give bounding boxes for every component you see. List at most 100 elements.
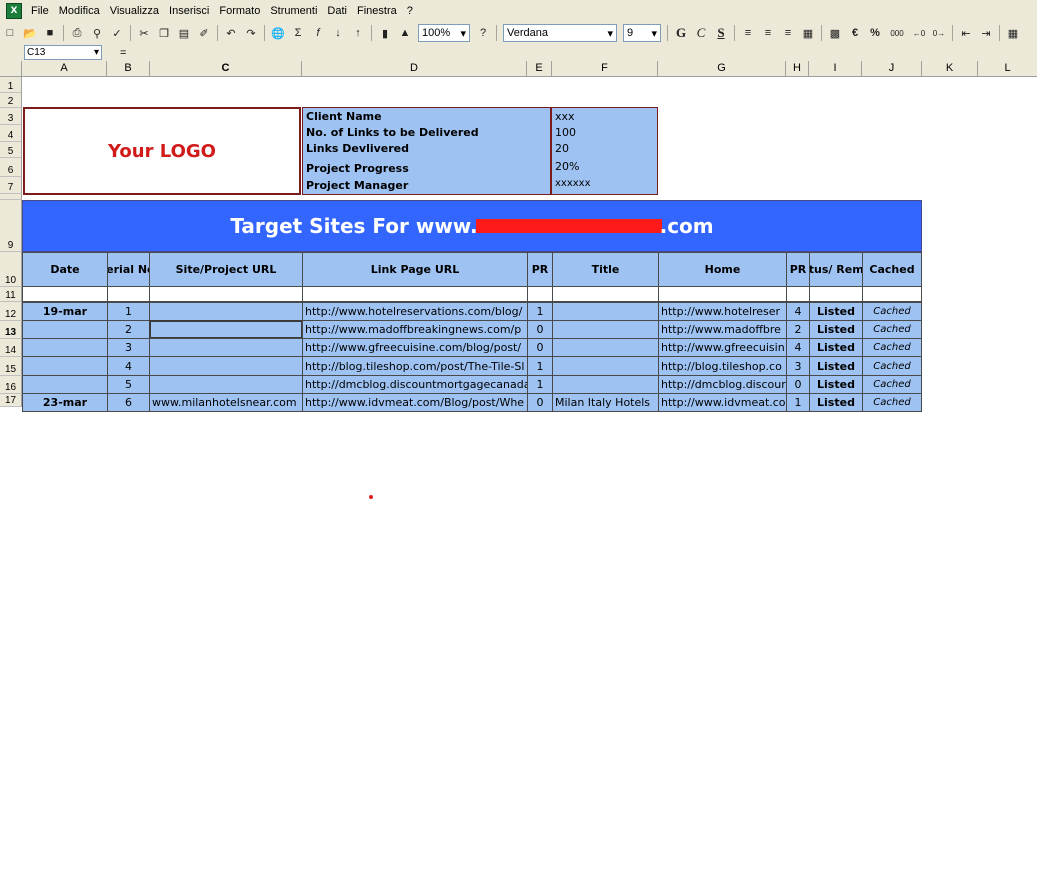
blank-cell[interactable] [658, 286, 787, 302]
font-name-select[interactable]: Verdana ▾ [503, 24, 617, 42]
column-header-b[interactable]: B [107, 61, 150, 77]
cell-home[interactable]: http://blog.tileshop.co [658, 356, 787, 376]
cell-status-remark[interactable]: Listed [809, 393, 863, 412]
zoom-select[interactable]: 100% ▾ [418, 24, 470, 42]
logo-box[interactable]: Your LOGO [23, 107, 301, 195]
italic-button[interactable]: C [693, 25, 709, 41]
menu-formato[interactable]: Formato [214, 5, 265, 17]
thousands-button[interactable]: 000 [887, 25, 907, 41]
menu-visualizza[interactable]: Visualizza [105, 5, 164, 17]
hyperlink-icon[interactable]: 🌐 [270, 25, 286, 41]
cell-home-pr[interactable]: 0 [786, 375, 810, 394]
info-value-links-to-deliver[interactable]: 100 [552, 126, 656, 140]
column-header-g[interactable]: G [658, 61, 786, 77]
increase-decimal-icon[interactable]: ←0 [911, 25, 927, 41]
blank-cell[interactable] [527, 286, 553, 302]
cell-home-pr[interactable]: 4 [786, 302, 810, 321]
cell-cached[interactable]: Cached [862, 375, 922, 394]
save-icon[interactable]: ■ [42, 25, 58, 41]
blank-cell[interactable] [786, 286, 810, 302]
decrease-indent-icon[interactable]: ⇤ [958, 25, 974, 41]
blank-cell[interactable] [107, 286, 150, 302]
cut-icon[interactable]: ✂ [136, 25, 152, 41]
cell-date[interactable]: 19-mar [22, 302, 108, 321]
formula-equals-sign[interactable]: = [120, 47, 126, 59]
spreadsheet-grid[interactable]: A B C D E F G H I J K L 1 2 3 4 5 6 7 9 … [0, 61, 1037, 412]
sort-descending-icon[interactable]: ↑ [350, 25, 366, 41]
row-header[interactable]: 17 [0, 394, 22, 407]
column-header-l[interactable]: L [978, 61, 1037, 77]
cell-status-remark[interactable]: Listed [809, 375, 863, 394]
decrease-decimal-icon[interactable]: 0→ [931, 25, 947, 41]
row-header[interactable]: 5 [0, 142, 22, 158]
cell-serial-no[interactable]: 6 [107, 393, 150, 412]
euro-button[interactable]: € [847, 25, 863, 41]
align-left-icon[interactable]: ≡ [740, 25, 756, 41]
cell-home-pr[interactable]: 1 [786, 393, 810, 412]
cell-cached[interactable]: Cached [862, 356, 922, 376]
cell-cached[interactable]: Cached [862, 302, 922, 321]
spellcheck-icon[interactable]: ✓ [109, 25, 125, 41]
borders-icon[interactable]: ▦ [1005, 25, 1021, 41]
cell-link-page-url[interactable]: http://blog.tileshop.com/post/The-Tile-S… [302, 356, 528, 376]
cell-status-remark[interactable]: Listed [809, 302, 863, 321]
percent-button[interactable]: % [867, 25, 883, 41]
cell-status-remark[interactable]: Listed [809, 338, 863, 357]
column-header-c[interactable]: C [150, 61, 302, 77]
menu-file[interactable]: File [26, 5, 54, 17]
row-header[interactable]: 12 [0, 302, 22, 321]
cell-link-page-url[interactable]: http://www.idvmeat.com/Blog/post/Whe [302, 393, 528, 412]
cell-home[interactable]: http://www.madoffbre [658, 320, 787, 339]
cell-title[interactable] [552, 302, 659, 321]
row-header[interactable]: 16 [0, 376, 22, 394]
row-header[interactable]: 10 [0, 252, 22, 287]
cell-serial-no[interactable]: 4 [107, 356, 150, 376]
cell-date[interactable] [22, 320, 108, 339]
cell-home-pr[interactable]: 2 [786, 320, 810, 339]
menu-dati[interactable]: Dati [322, 5, 352, 17]
cell-cached[interactable]: Cached [862, 320, 922, 339]
cell-link-page-url[interactable]: http://www.gfreecuisine.com/blog/post/ [302, 338, 528, 357]
info-value-project-progress[interactable]: 20% [552, 160, 656, 174]
excel-app-icon[interactable]: X [6, 3, 22, 19]
row-header-selected[interactable]: 13 [0, 321, 22, 339]
cell-pr[interactable]: 1 [527, 302, 553, 321]
cell-link-page-url[interactable]: http://www.hotelreservations.com/blog/ [302, 302, 528, 321]
copy-icon[interactable]: ❐ [156, 25, 172, 41]
row-header[interactable]: 2 [0, 93, 22, 108]
menu-modifica[interactable]: Modifica [54, 5, 105, 17]
info-value-project-manager[interactable]: xxxxxx [552, 178, 656, 192]
undo-icon[interactable]: ↶ [223, 25, 239, 41]
align-right-icon[interactable]: ≡ [780, 25, 796, 41]
select-all-corner[interactable] [0, 61, 22, 77]
new-document-icon[interactable]: □ [2, 25, 18, 41]
column-header-d[interactable]: D [302, 61, 527, 77]
cell-serial-no[interactable]: 5 [107, 375, 150, 394]
cell-title[interactable] [552, 356, 659, 376]
blank-cell[interactable] [809, 286, 863, 302]
cell-link-page-url[interactable]: http://dmcblog.discountmortgagecanada [302, 375, 528, 394]
cell-status-remark[interactable]: Listed [809, 356, 863, 376]
paste-icon[interactable]: ▤ [176, 25, 192, 41]
row-header[interactable]: 7 [0, 177, 22, 194]
row-header[interactable]: 4 [0, 125, 22, 142]
cell-cached[interactable]: Cached [862, 338, 922, 357]
underline-button[interactable]: S [713, 25, 729, 41]
cell-home[interactable]: http://www.gfreecuisin [658, 338, 787, 357]
cell-site-project-url[interactable] [149, 338, 303, 357]
cell-pr[interactable]: 0 [527, 320, 553, 339]
drawing-icon[interactable]: ▲ [397, 25, 413, 41]
bold-button[interactable]: G [673, 25, 689, 41]
cell-serial-no[interactable]: 1 [107, 302, 150, 321]
column-header-f[interactable]: F [552, 61, 658, 77]
column-header-a[interactable]: A [22, 61, 107, 77]
cell-date[interactable] [22, 375, 108, 394]
name-box[interactable]: C13 ▾ [24, 45, 102, 60]
row-header[interactable]: 14 [0, 339, 22, 357]
column-header-j[interactable]: J [862, 61, 922, 77]
cell-pr[interactable]: 0 [527, 338, 553, 357]
cell-site-project-url[interactable] [149, 356, 303, 376]
blank-cell[interactable] [552, 286, 659, 302]
blank-cell[interactable] [22, 286, 108, 302]
cell-site-project-url[interactable]: www.milanhotelsnear.com [149, 393, 303, 412]
